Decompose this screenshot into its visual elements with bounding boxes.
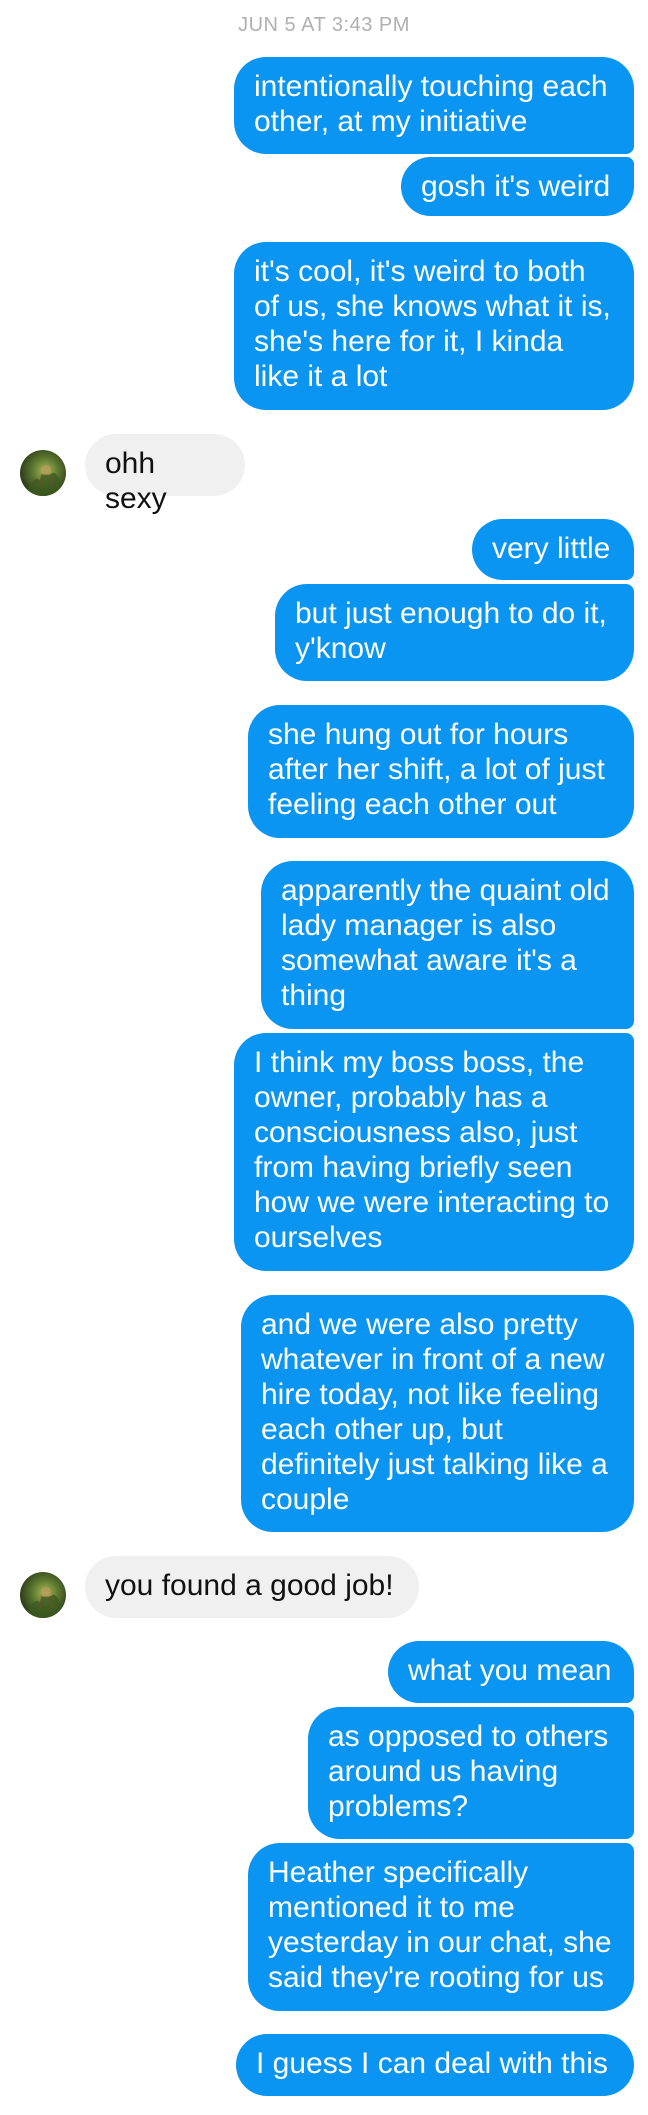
outgoing-message[interactable]: Heather specifically mentioned it to me … — [248, 1843, 634, 2011]
outgoing-message[interactable]: as opposed to others around us having pr… — [308, 1707, 634, 1839]
outgoing-message[interactable]: intentionally touching each other, at my… — [234, 57, 634, 154]
outgoing-message[interactable]: and we were also pretty whatever in fron… — [241, 1295, 634, 1532]
outgoing-message[interactable]: but just enough to do it, y'know — [275, 584, 634, 681]
contact-avatar-icon[interactable] — [20, 450, 66, 496]
outgoing-message[interactable]: apparently the quaint old lady manager i… — [261, 861, 634, 1029]
contact-avatar-icon[interactable] — [20, 1572, 66, 1618]
outgoing-message[interactable]: it's cool, it's weird to both of us, she… — [234, 242, 634, 410]
conversation-timestamp: JUN 5 AT 3:43 PM — [238, 14, 410, 36]
incoming-message[interactable]: ohh sexy — [85, 434, 245, 515]
outgoing-message[interactable]: what you mean — [388, 1641, 634, 1703]
outgoing-message[interactable]: I think my boss boss, the owner, probabl… — [234, 1033, 634, 1271]
outgoing-message[interactable]: I guess I can deal with this — [236, 2034, 634, 2096]
outgoing-message[interactable]: she hung out for hours after her shift, … — [248, 705, 634, 838]
outgoing-message[interactable]: very little — [472, 519, 634, 580]
outgoing-message[interactable]: gosh it's weird — [401, 157, 634, 216]
incoming-message[interactable]: you found a good job! — [85, 1556, 419, 1618]
